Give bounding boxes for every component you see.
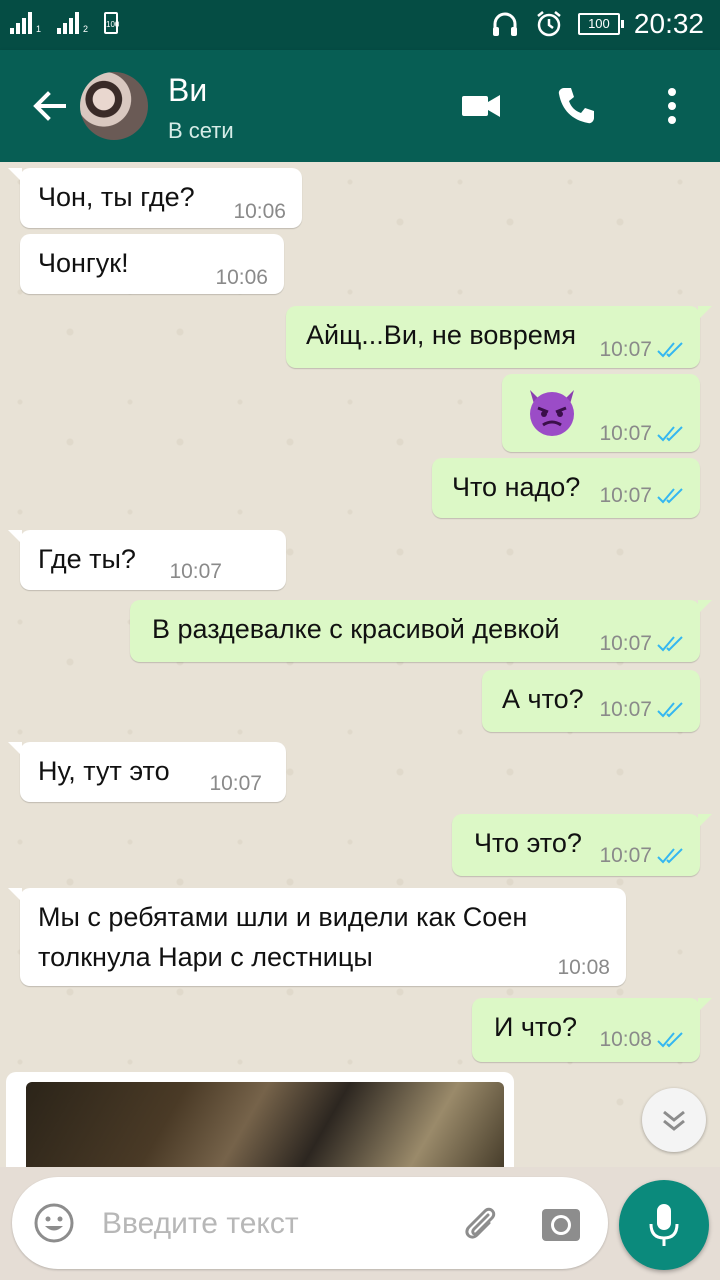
more-vert-icon[interactable] xyxy=(648,82,696,130)
clock: 20:32 xyxy=(633,8,704,39)
double-check-icon xyxy=(657,636,683,652)
message-outgoing[interactable]: В раздевалке с красивой девкой 10:07 xyxy=(130,600,712,662)
message-time: 10:07 xyxy=(169,560,222,583)
message-incoming[interactable]: Ну, тут это 10:07 xyxy=(8,742,286,802)
message-time: 10:07 xyxy=(599,844,652,867)
message-time: 10:07 xyxy=(599,698,652,721)
message-time: 10:07 xyxy=(599,422,652,445)
double-check-icon xyxy=(657,488,683,504)
message-incoming-image[interactable] xyxy=(6,1072,514,1167)
chat-area[interactable]: Чон, ты где? 10:06 Чонгук! 10:06 Айщ...В… xyxy=(0,162,720,1167)
battery-icon: 100 xyxy=(577,13,624,35)
message-outgoing[interactable]: 10:07 xyxy=(502,374,700,452)
message-time: 10:08 xyxy=(599,1028,652,1051)
sim-card-icon: 100 xyxy=(104,12,119,34)
chevron-down-icon xyxy=(663,1110,685,1131)
message-time: 10:07 xyxy=(599,484,652,507)
phone-icon[interactable] xyxy=(552,82,600,130)
double-check-icon xyxy=(657,702,683,718)
message-text: Чонгук! xyxy=(38,248,129,278)
attach-icon[interactable] xyxy=(458,1201,502,1245)
double-check-icon xyxy=(657,342,683,358)
avatar[interactable] xyxy=(80,72,148,140)
message-time: 10:06 xyxy=(215,266,268,289)
image-thumbnail[interactable] xyxy=(26,1082,504,1167)
message-text: А что? xyxy=(502,684,584,714)
message-time: 10:07 xyxy=(599,338,652,361)
signal-sim1-icon: 1 xyxy=(10,10,41,34)
contact-status: В сети xyxy=(168,118,234,143)
message-time: 10:06 xyxy=(233,200,286,223)
chat-header: Ви В сети xyxy=(0,50,720,162)
message-text: Айщ...Ви, не вовремя xyxy=(306,320,576,350)
message-incoming[interactable]: Чонгук! 10:06 xyxy=(20,234,284,294)
emoji-icon[interactable] xyxy=(32,1201,76,1245)
message-text: Где ты? xyxy=(38,544,136,574)
message-time: 10:07 xyxy=(599,632,652,655)
message-incoming[interactable]: Мы с ребятами шли и видели как Соен толк… xyxy=(8,888,626,986)
message-input[interactable]: Введите текст xyxy=(102,1207,299,1241)
alarm-icon xyxy=(537,11,561,37)
message-text: Ну, тут это xyxy=(38,756,170,786)
message-time: 10:07 xyxy=(209,772,262,795)
status-bar: 1 2 100 100 20:32 xyxy=(0,0,720,50)
message-text: Чон, ты где? xyxy=(38,182,195,212)
message-time: 10:08 xyxy=(557,956,610,979)
signal-sim2-icon: 2 xyxy=(57,10,88,34)
message-text: И что? xyxy=(494,1012,578,1042)
message-outgoing[interactable]: Что это? 10:07 xyxy=(452,814,712,876)
message-text-line2: толкнула Нари с лестницы xyxy=(38,942,373,972)
message-outgoing[interactable]: А что? 10:07 xyxy=(482,670,700,732)
video-call-icon[interactable] xyxy=(458,82,506,130)
double-check-icon xyxy=(657,426,683,442)
camera-icon[interactable] xyxy=(540,1203,582,1245)
back-arrow-icon[interactable] xyxy=(28,84,72,128)
scroll-to-bottom-button[interactable] xyxy=(642,1088,706,1152)
headphones-icon xyxy=(492,12,517,36)
mic-icon xyxy=(649,1204,679,1246)
message-outgoing[interactable]: И что? 10:08 xyxy=(472,998,712,1062)
message-incoming[interactable]: Чон, ты где? 10:06 xyxy=(8,168,302,228)
double-check-icon xyxy=(657,1032,683,1048)
message-input-bar: Введите текст xyxy=(12,1177,608,1269)
message-outgoing[interactable]: Что надо? 10:07 xyxy=(432,458,700,518)
mic-button[interactable] xyxy=(619,1180,709,1270)
message-text: В раздевалке с красивой девкой xyxy=(152,614,560,644)
double-check-icon xyxy=(657,848,683,864)
message-incoming[interactable]: Где ты? 10:07 xyxy=(8,530,286,590)
message-text: Что это? xyxy=(474,828,582,858)
message-text: Что надо? xyxy=(452,472,581,502)
message-outgoing[interactable]: Айщ...Ви, не вовремя 10:07 xyxy=(286,306,712,368)
message-text-line1: Мы с ребятами шли и видели как Соен xyxy=(38,902,528,932)
contact-name[interactable]: Ви xyxy=(168,72,207,109)
smiling-imp-emoji-icon xyxy=(530,390,574,436)
